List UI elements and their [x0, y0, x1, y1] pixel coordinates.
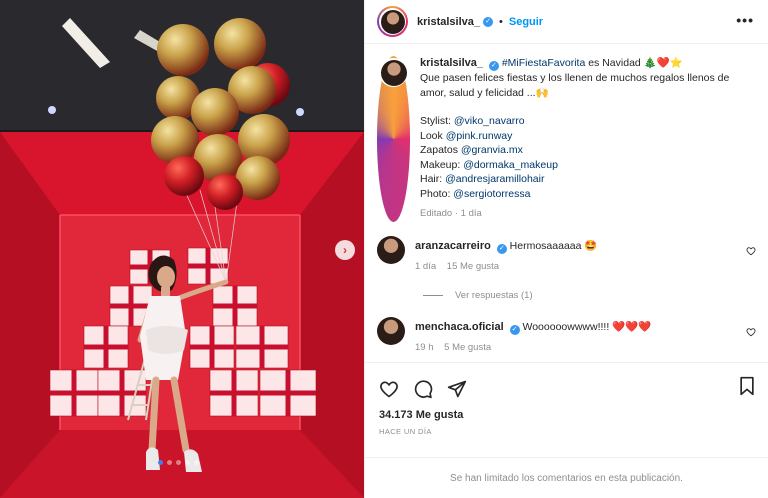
comment-text: Woooooowwww!!!! ❤️❤️❤️	[522, 320, 652, 333]
comments-area[interactable]: kristalsilva_ ✓ #MiFiestaFavorita es Nav…	[365, 44, 768, 362]
comment-username[interactable]: aranzacarreiro	[415, 240, 491, 252]
verified-icon: ✓	[509, 324, 520, 335]
credit-line: Makeup: @dormaka_makeup	[420, 158, 740, 173]
carousel-dot[interactable]	[194, 460, 199, 465]
caption-credits: Stylist: @viko_navarro Look @pink.runway Z…	[420, 114, 740, 201]
avatar	[380, 9, 405, 34]
mention-link[interactable]: @pink.runway	[446, 130, 513, 142]
avatar	[380, 59, 407, 86]
divider	[423, 294, 443, 296]
avatar[interactable]	[377, 316, 405, 345]
comment-text: Hermosaaaaaa 🤩	[509, 239, 598, 252]
bookmark-icon[interactable]	[738, 376, 756, 396]
comment-likes[interactable]: 5 Me gusta	[444, 342, 491, 353]
caption-title: es Navidad 🎄❤️⭐	[585, 57, 683, 69]
author-avatar-ring[interactable]	[377, 6, 408, 37]
post-media[interactable]: ›	[0, 0, 364, 498]
verified-icon: ✓	[488, 61, 499, 71]
carousel-dot[interactable]	[176, 460, 181, 465]
mention-link[interactable]: @andresjaramillohair	[445, 173, 544, 185]
comment: aranzacarreiro ✓ Hermosaaaaaa 🤩 1 día 15…	[365, 235, 768, 274]
caption-username[interactable]: kristalsilva_	[420, 57, 483, 69]
credit-line: Stylist: @viko_navarro	[420, 114, 740, 129]
heart-icon[interactable]	[379, 379, 399, 399]
carousel-next-button[interactable]: ›	[335, 240, 355, 260]
avatar[interactable]	[377, 235, 405, 264]
comment-likes[interactable]: 15 Me gusta	[447, 261, 499, 272]
comment-icon[interactable]	[413, 379, 433, 399]
post-details-panel: kristalsilva_ ✓ • Seguir ••• kristalsilv…	[364, 0, 768, 498]
caption-body: Que pasen felices fiestas y los llenen d…	[420, 72, 730, 99]
credit-label: Photo:	[420, 187, 454, 200]
carousel-dot[interactable]	[167, 460, 172, 465]
comments-limited-notice: Se han limitado los comentarios en esta …	[365, 457, 768, 498]
comment-heart-icon[interactable]	[746, 327, 756, 337]
more-icon[interactable]: •••	[736, 12, 754, 28]
mention-link[interactable]: @viko_navarro	[454, 115, 525, 127]
hashtag-link[interactable]: #MiFiestaFavorita	[502, 57, 585, 69]
verified-icon: ✓	[496, 243, 507, 254]
comment-heart-icon[interactable]	[746, 246, 756, 256]
post-photo	[0, 0, 364, 498]
credit-label: Makeup:	[420, 158, 464, 171]
verified-icon: ✓	[483, 16, 493, 27]
credit-label: Zapatos	[420, 144, 461, 156]
caption-meta: Editado · 1 día	[420, 208, 482, 219]
post-caption: kristalsilva_ ✓ #MiFiestaFavorita es Nav…	[365, 44, 768, 222]
mention-link[interactable]: @dormaka_makeup	[463, 159, 558, 171]
view-replies-button[interactable]: Ver respuestas (1)	[365, 290, 768, 301]
comment-time[interactable]: 19 h	[415, 342, 434, 353]
comment-time[interactable]: 1 día	[415, 261, 436, 272]
credit-line: Look @pink.runway	[420, 129, 740, 144]
credit-line: Zapatos @granvia.mx	[420, 143, 740, 158]
post-header: kristalsilva_ ✓ • Seguir •••	[365, 0, 768, 44]
credit-line: Hair: @andresjaramillohair	[420, 172, 740, 187]
caption-text: kristalsilva_ ✓ #MiFiestaFavorita es Nav…	[420, 56, 740, 222]
comment: menchaca.oficial ✓ Woooooowwww!!!! ❤️❤️❤…	[365, 316, 768, 355]
view-replies-label: Ver respuestas (1)	[455, 289, 533, 301]
author-username[interactable]: kristalsilva_	[417, 16, 480, 28]
post-timestamp: HACE UN DÍA	[379, 427, 432, 436]
next-arrow-icon: ›	[343, 243, 347, 257]
mention-link[interactable]: @granvia.mx	[461, 144, 523, 156]
separator-dot: •	[499, 15, 503, 28]
caption-avatar-ring[interactable]	[377, 56, 410, 222]
post-actions: 34.173 Me gusta HACE UN DÍA Se han limit…	[365, 362, 768, 498]
credit-label: Hair:	[420, 173, 446, 185]
credit-line: Photo: @sergiotorressa	[420, 187, 740, 202]
likes-count[interactable]: 34.173 Me gusta	[365, 409, 768, 421]
credit-label: Stylist:	[420, 115, 454, 127]
share-icon[interactable]	[447, 379, 467, 399]
instagram-post: › kristalsilva_ ✓ • Seguir ••• kristalsi…	[0, 0, 768, 498]
follow-button[interactable]: Seguir	[509, 16, 543, 28]
carousel-dot[interactable]	[185, 460, 190, 465]
carousel-indicator	[158, 460, 199, 465]
mention-link[interactable]: @sergiotorressa	[453, 188, 530, 200]
carousel-dot[interactable]	[158, 460, 163, 465]
credit-label: Look	[420, 129, 446, 142]
action-icons	[365, 363, 768, 403]
comment-username[interactable]: menchaca.oficial	[415, 321, 504, 333]
